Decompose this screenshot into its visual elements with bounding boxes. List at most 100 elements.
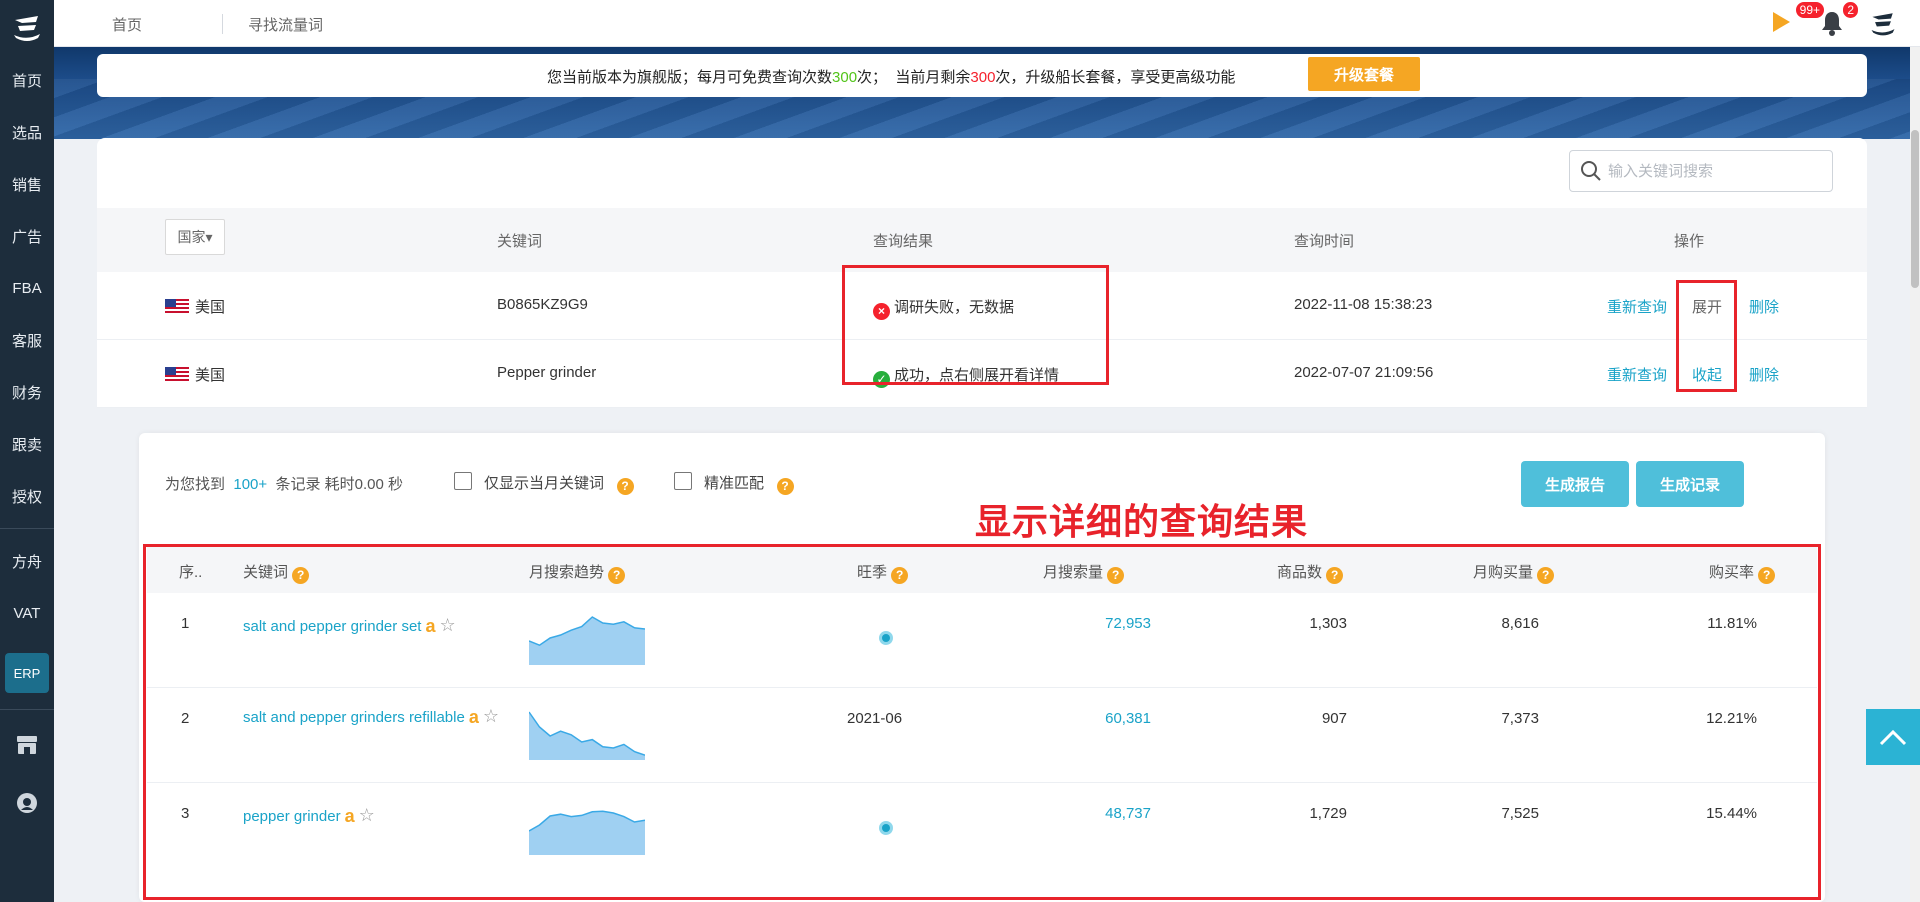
help-icon: ? — [1537, 567, 1555, 584]
products-cell: 907 — [1321, 710, 1347, 727]
generate-record-button[interactable]: 生成记录 — [1636, 461, 1744, 507]
index-cell: 1 — [181, 615, 190, 632]
header-index: 序.. — [179, 564, 203, 581]
sidebar-item-authorization[interactable]: 授权 — [0, 470, 54, 522]
products-cell: 1,729 — [1309, 805, 1347, 822]
chevron-up-icon — [1879, 729, 1907, 746]
upgrade-plan-button[interactable]: 升级套餐 — [1308, 57, 1420, 91]
delete-link[interactable]: 删除 — [1749, 296, 1779, 317]
sidebar-item-finance[interactable]: 财务 — [0, 366, 54, 418]
us-flag-icon — [165, 367, 189, 382]
page-scrollbar-thumb[interactable] — [1911, 130, 1919, 288]
amazon-icon[interactable]: a — [345, 806, 355, 827]
country-cell: 美国 — [165, 296, 225, 317]
exact-match-label: 精准匹配 ? — [704, 472, 794, 495]
volume-cell: 60,381 — [1105, 710, 1151, 727]
products-cell: 1,303 — [1309, 615, 1347, 632]
bell-badge: 2 — [1843, 2, 1858, 18]
keyword-search-box[interactable] — [1569, 150, 1833, 192]
store-icon[interactable] — [0, 716, 54, 774]
delete-link[interactable]: 删除 — [1749, 364, 1779, 385]
flag-icon[interactable] — [1770, 10, 1792, 39]
ship-logo-icon — [14, 16, 40, 41]
index-cell: 3 — [181, 805, 190, 822]
trend-area — [529, 712, 645, 760]
annotation-text: 显示详细的查询结果 — [975, 501, 1309, 542]
sidebar-item-vat[interactable]: VAT — [0, 587, 54, 639]
help-icon: ? — [616, 478, 634, 495]
keyword-link[interactable]: salt and pepper grinder set — [243, 618, 421, 635]
header-trend: 月搜索趋势 ? — [529, 561, 626, 584]
keyword-cell: Pepper grinder — [497, 364, 597, 381]
table-row: 3 pepper grinder a ☆ 48,737 1,729 7,525 15… — [147, 783, 1817, 878]
only-this-month-checkbox[interactable] — [454, 472, 472, 490]
header-purchase-rate: 购买率 ? — [1709, 561, 1776, 584]
detail-results-card: 为您找到 100+ 条记录 耗时0.00 秒 仅显示当月关键词 ? 精准匹配 ?… — [139, 433, 1825, 902]
tab-find-traffic-keywords[interactable]: 寻找流量词 — [248, 14, 323, 35]
annotation-box-results — [842, 265, 1109, 385]
keyword-link[interactable]: pepper grinder — [243, 808, 341, 825]
table-row: 1 salt and pepper grinder set a ☆ 72,953 1… — [147, 593, 1817, 688]
sidebar-item-product-selection[interactable]: 选品 — [0, 106, 54, 158]
help-icon: ? — [292, 567, 310, 584]
amazon-icon[interactable]: a — [469, 706, 479, 728]
volume-cell: 72,953 — [1105, 615, 1151, 632]
plan-notice: 您当前版本为旗舰版；每月可免费查询次数300次； 当前月剩余300次，升级船长套… — [97, 54, 1867, 97]
purchases-cell: 7,525 — [1501, 805, 1539, 822]
sidebar-item-erp[interactable]: ERP — [5, 653, 49, 693]
trend-sparkline — [529, 616, 645, 665]
season-dot — [879, 631, 893, 645]
sidebar-item-fba[interactable]: FBA — [0, 262, 54, 314]
star-icon[interactable]: ☆ — [483, 705, 499, 727]
sidebar-divider — [0, 528, 54, 529]
purchases-cell: 7,373 — [1501, 710, 1539, 727]
keyword-cell: B0865KZ9G9 — [497, 296, 588, 313]
header-products: 商品数 ? — [1277, 561, 1344, 584]
app-logo[interactable] — [0, 0, 54, 54]
support-icon[interactable] — [0, 774, 54, 832]
detail-table-header: 序.. 关键词 ? 月搜索趋势 ? 旺季 ? 月搜索量 ? 商品数 ? 月购买量… — [147, 547, 1817, 593]
volume-cell: 48,737 — [1105, 805, 1151, 822]
header-time: 查询时间 — [1294, 233, 1355, 250]
tab-separator — [222, 14, 223, 34]
sidebar-item-sales[interactable]: 销售 — [0, 158, 54, 210]
search-icon — [1580, 160, 1602, 187]
avatar[interactable] — [1868, 8, 1898, 43]
requery-link[interactable]: 重新查询 — [1607, 296, 1667, 317]
sidebar-item-customer-service[interactable]: 客服 — [0, 314, 54, 366]
help-icon: ? — [891, 567, 909, 584]
sidebar-item-follow-sell[interactable]: 跟卖 — [0, 418, 54, 470]
help-icon: ? — [1758, 567, 1776, 584]
sidebar-item-ads[interactable]: 广告 — [0, 210, 54, 262]
search-input[interactable] — [1608, 159, 1818, 183]
purchase-rate-cell: 11.81% — [1707, 615, 1757, 632]
monthly-quota: 300 — [832, 69, 858, 86]
amazon-icon[interactable]: a — [425, 616, 435, 637]
country-cell: 美国 — [165, 364, 225, 385]
star-icon[interactable]: ☆ — [359, 805, 375, 826]
header-purchases: 月购买量 ? — [1473, 561, 1555, 584]
bell-icon[interactable] — [1820, 10, 1844, 41]
exact-match-checkbox[interactable] — [674, 472, 692, 490]
star-icon[interactable]: ☆ — [439, 615, 455, 636]
plan-notice-text: 您当前版本为旗舰版；每月可免费查询次数300次； 当前月剩余300次，升级船长套… — [547, 69, 1236, 86]
country-filter-select[interactable]: 国家▾ — [165, 219, 225, 255]
help-icon: ? — [608, 567, 626, 584]
requery-link[interactable]: 重新查询 — [1607, 364, 1667, 385]
header-volume: 月搜索量 ? — [1043, 561, 1125, 584]
sidebar-item-fangzhou[interactable]: 方舟 — [0, 535, 54, 587]
tab-home[interactable]: 首页 — [112, 14, 142, 35]
trend-sparkline — [529, 711, 645, 760]
keyword-cell: salt and pepper grinder set a ☆ — [243, 615, 503, 637]
generate-report-button[interactable]: 生成报告 — [1521, 461, 1629, 507]
header-season: 旺季 ? — [857, 561, 909, 584]
index-cell: 2 — [181, 710, 190, 727]
keyword-link[interactable]: salt and pepper grinders refillable — [243, 709, 465, 726]
sidebar-item-home[interactable]: 首页 — [0, 54, 54, 106]
trend-sparkline — [529, 810, 645, 855]
us-flag-icon — [165, 299, 189, 314]
time-cell: 2022-11-08 15:38:23 — [1294, 296, 1433, 313]
keyword-cell: pepper grinder a ☆ — [243, 805, 503, 827]
annotation-box-toggle — [1676, 280, 1737, 392]
back-to-top-button[interactable] — [1866, 709, 1920, 765]
